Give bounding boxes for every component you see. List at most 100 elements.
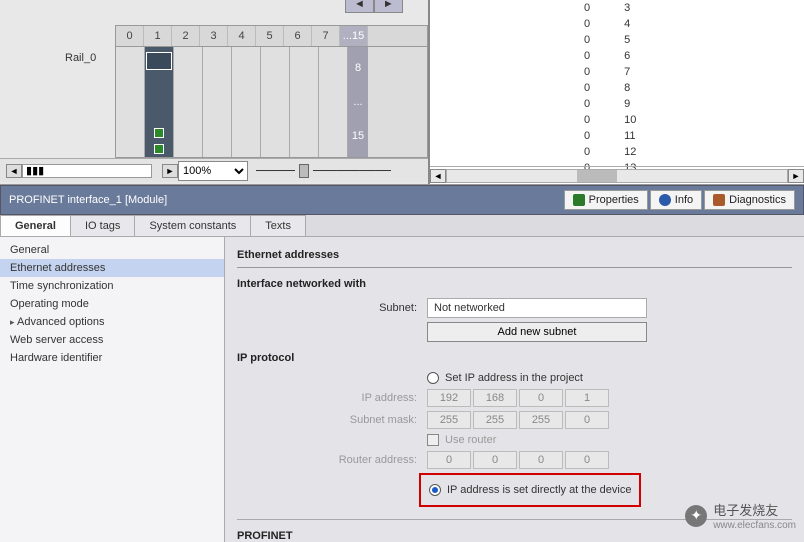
table-row[interactable]: 011: [580, 128, 666, 144]
table-row[interactable]: 012: [580, 144, 666, 160]
subheader-interface: Interface networked with: [237, 278, 792, 290]
scroll-right-icon[interactable]: ►: [788, 169, 804, 183]
col-a: 0: [580, 32, 620, 48]
col-a: 0: [580, 80, 620, 96]
col-b: 12: [620, 144, 666, 160]
highlight-annotation: IP address is set directly at the device: [419, 473, 641, 507]
table-hscroll[interactable]: ◄ ►: [430, 166, 804, 184]
plc-module[interactable]: [145, 47, 174, 157]
table-row[interactable]: 09: [580, 96, 666, 112]
add-subnet-button[interactable]: Add new subnet: [427, 322, 647, 342]
sidebar-item-hardware-identifier[interactable]: Hardware identifier: [0, 349, 224, 367]
table-row[interactable]: 08: [580, 80, 666, 96]
use-router-checkbox: [427, 434, 439, 446]
table-row[interactable]: 06: [580, 48, 666, 64]
nav-prev-icon[interactable]: ◄: [345, 0, 374, 13]
col-a: 0: [580, 64, 620, 80]
scroll-left-icon[interactable]: ◄: [430, 169, 446, 183]
slot-1[interactable]: 1: [144, 26, 172, 46]
rack-slot-7[interactable]: [319, 47, 348, 157]
col-a: 0: [580, 112, 620, 128]
properties-icon: [573, 194, 585, 206]
subheader-profinet: PROFINET: [237, 530, 792, 542]
rack-slot-header: 0 1 2 3 4 5 6 7 ...15: [115, 25, 428, 47]
tab-system-constants[interactable]: System constants: [134, 215, 251, 236]
col-a: 0: [580, 96, 620, 112]
slot-2[interactable]: 2: [172, 26, 200, 46]
tab-diagnostics[interactable]: Diagnostics: [704, 190, 795, 210]
info-icon: [659, 194, 671, 206]
tab-io-tags[interactable]: IO tags: [70, 215, 135, 236]
col-b: 3: [620, 0, 666, 16]
col-b: 9: [620, 96, 666, 112]
slot-6[interactable]: 6: [284, 26, 312, 46]
sidebar-item-web-server-access[interactable]: Web server access: [0, 331, 224, 349]
property-tabs: General IO tags System constants Texts: [0, 215, 804, 237]
col-b: 4: [620, 16, 666, 32]
table-row[interactable]: 010: [580, 112, 666, 128]
sidebar-item-ethernet-addresses[interactable]: Ethernet addresses: [0, 259, 224, 277]
scroll-thumb[interactable]: [577, 170, 617, 182]
col-b: 11: [620, 128, 666, 144]
sidebar-item-time-synchronization[interactable]: Time synchronization: [0, 277, 224, 295]
opt-set-ip-project-label: Set IP address in the project: [445, 372, 583, 384]
table-row[interactable]: 04: [580, 16, 666, 32]
rack-view: ◄ ► 0 1 2 3 4 5 6 7 ...15 Rail_0: [0, 0, 430, 184]
slot-0[interactable]: 0: [116, 26, 144, 46]
slot-4[interactable]: 4: [228, 26, 256, 46]
watermark-logo-icon: ✦: [685, 505, 707, 527]
property-tree: GeneralEthernet addressesTime synchroniz…: [0, 237, 225, 542]
table-row[interactable]: 05: [580, 32, 666, 48]
property-form: Ethernet addresses Interface networked w…: [225, 237, 804, 542]
router-address-label: Router address:: [267, 454, 427, 466]
scroll-right-icon[interactable]: ►: [162, 164, 178, 178]
slot-7[interactable]: 7: [312, 26, 340, 46]
ip-address-label: IP address:: [267, 392, 427, 404]
radio-set-ip-project[interactable]: [427, 372, 439, 384]
rail-label: Rail_0: [65, 52, 96, 64]
zoom-slider[interactable]: ───────────────: [256, 164, 422, 178]
sidebar-item-operating-mode[interactable]: Operating mode: [0, 295, 224, 313]
tab-info[interactable]: Info: [650, 190, 702, 210]
rack-nav-arrows[interactable]: ◄ ►: [345, 0, 403, 13]
col-b: 10: [620, 112, 666, 128]
tab-properties[interactable]: Properties: [564, 190, 648, 210]
table-row[interactable]: 03: [580, 0, 666, 16]
ethernet-port-icon: [154, 128, 164, 138]
rack-slot-0[interactable]: [116, 47, 145, 157]
col-a: 0: [580, 0, 620, 16]
zoom-bar: ◄ ▮▮▮ ► 100% ───────────────: [0, 158, 428, 182]
rack-slot-4[interactable]: [232, 47, 261, 157]
sidebar-item-advanced-options[interactable]: Advanced options: [0, 313, 224, 331]
inspector-title-bar: PROFINET interface_1 [Module] Properties…: [0, 185, 804, 215]
radio-ip-at-device[interactable]: [429, 484, 441, 496]
col-b: 7: [620, 64, 666, 80]
ethernet-port-icon: [154, 144, 164, 154]
nav-next-icon[interactable]: ►: [374, 0, 403, 13]
subnet-value[interactable]: Not networked: [427, 298, 647, 318]
hscroll-track[interactable]: ▮▮▮: [22, 164, 152, 178]
tab-general[interactable]: General: [0, 215, 71, 236]
col-b: 6: [620, 48, 666, 64]
zoom-select[interactable]: 100%: [178, 161, 248, 181]
scroll-left-icon[interactable]: ◄: [6, 164, 22, 178]
slot-overflow[interactable]: ...15: [340, 26, 368, 46]
col-a: 0: [580, 48, 620, 64]
content-area: GeneralEthernet addressesTime synchroniz…: [0, 237, 804, 542]
rack-slot-2[interactable]: [174, 47, 203, 157]
zoom-handle-icon[interactable]: [299, 164, 309, 178]
slot-3[interactable]: 3: [200, 26, 228, 46]
col-a: 0: [580, 144, 620, 160]
plc-display-icon: [146, 52, 172, 70]
subnet-label: Subnet:: [267, 302, 427, 314]
rack-slot-5[interactable]: [261, 47, 290, 157]
slot-5[interactable]: 5: [256, 26, 284, 46]
rack-slot-3[interactable]: [203, 47, 232, 157]
subnet-mask-field: 2552552550: [427, 411, 609, 429]
sidebar-item-general[interactable]: General: [0, 241, 224, 259]
rack-slot-6[interactable]: [290, 47, 319, 157]
tab-texts[interactable]: Texts: [250, 215, 306, 236]
ip-address-field: 19216801: [427, 389, 609, 407]
inspector-title: PROFINET interface_1 [Module]: [9, 194, 167, 206]
table-row[interactable]: 07: [580, 64, 666, 80]
